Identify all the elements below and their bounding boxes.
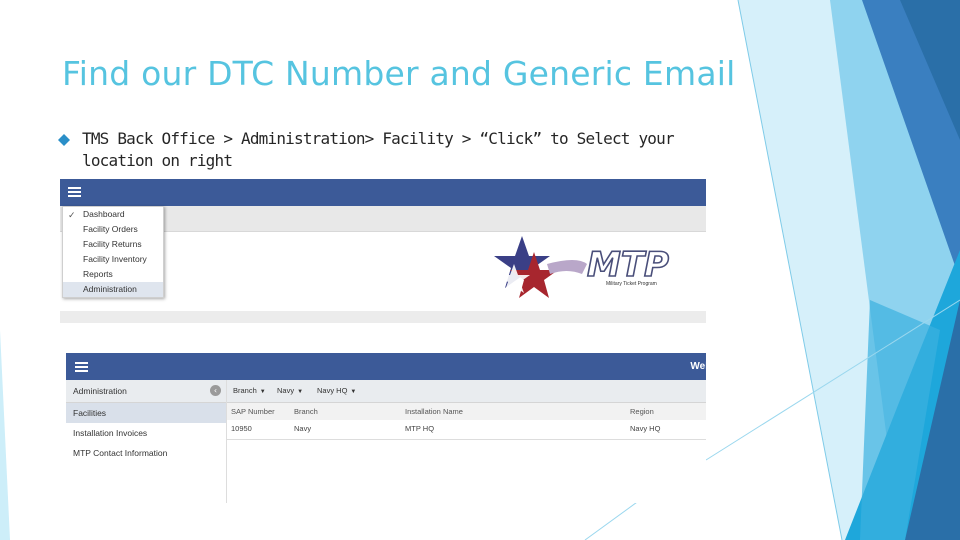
menu-item-label: Administration bbox=[83, 284, 137, 294]
checkmark-icon: ✓ bbox=[68, 210, 76, 220]
svg-text:MTP: MTP bbox=[587, 245, 669, 285]
table-cell: Navy HQ bbox=[630, 424, 661, 433]
sidebar-header: Administration ‹ bbox=[66, 380, 226, 403]
slide-title: Find our DTC Number and Generic Email bbox=[62, 54, 736, 93]
column-header[interactable]: Region bbox=[630, 407, 654, 416]
branch-filter[interactable]: Branch ▼ bbox=[233, 386, 266, 395]
top-navbar: Wel bbox=[66, 353, 706, 380]
sidebar-item-facilities[interactable]: Facilities bbox=[66, 403, 226, 423]
navy-filter[interactable]: Navy ▼ bbox=[277, 386, 303, 395]
menu-item-reports[interactable]: Reports bbox=[63, 267, 163, 282]
sidebar-item-mtp-contact[interactable]: MTP Contact Information bbox=[66, 443, 226, 463]
menu-item-label: Reports bbox=[83, 269, 113, 279]
navy-hq-filter[interactable]: Navy HQ ▼ bbox=[317, 386, 356, 395]
mtp-logo: MTP Military Ticket Program bbox=[494, 236, 670, 298]
admin-sidebar: Administration ‹ Facilities Installation… bbox=[66, 380, 227, 503]
table-header: SAP Number Branch Installation Name Regi… bbox=[227, 403, 706, 421]
hamburger-menu-icon[interactable] bbox=[68, 187, 81, 197]
table-cell: Navy bbox=[294, 424, 312, 433]
table-cell: 10950 bbox=[231, 424, 252, 433]
dropdown-menu: ✓ Dashboard Facility Orders Facility Ret… bbox=[62, 206, 164, 298]
menu-item-dashboard[interactable]: ✓ Dashboard bbox=[63, 207, 163, 222]
hamburger-menu-icon[interactable] bbox=[75, 362, 88, 372]
caret-down-icon: ▼ bbox=[297, 389, 304, 395]
table-cell: MTP HQ bbox=[405, 424, 435, 433]
menu-item-facility-inventory[interactable]: Facility Inventory bbox=[63, 252, 163, 267]
menu-item-label: Dashboard bbox=[83, 209, 125, 219]
menu-item-label: Facility Returns bbox=[83, 239, 142, 249]
caret-down-icon: ▼ bbox=[259, 389, 266, 395]
welcome-text: Wel bbox=[690, 361, 706, 372]
footer-strip bbox=[60, 311, 706, 323]
menu-item-label: Facility Inventory bbox=[83, 254, 147, 264]
column-header[interactable]: Installation Name bbox=[405, 407, 463, 416]
diamond-bullet-icon bbox=[58, 134, 70, 146]
tms-menu-screenshot: ✓ Dashboard Facility Orders Facility Ret… bbox=[60, 179, 706, 323]
menu-item-administration[interactable]: Administration bbox=[63, 282, 163, 297]
bullet-text: TMS Back Office > Administration> Facili… bbox=[82, 129, 675, 170]
table-row[interactable]: 10950 Navy MTP HQ Navy HQ bbox=[227, 420, 706, 440]
menu-item-facility-orders[interactable]: Facility Orders bbox=[63, 222, 163, 237]
column-header[interactable]: Branch bbox=[294, 407, 318, 416]
caret-down-icon: ▼ bbox=[350, 389, 357, 395]
menu-item-label: Facility Orders bbox=[83, 224, 138, 234]
top-navbar bbox=[60, 179, 706, 206]
menu-item-facility-returns[interactable]: Facility Returns bbox=[63, 237, 163, 252]
sidebar-header-label: Administration bbox=[73, 386, 127, 396]
sidebar-item-installation-invoices[interactable]: Installation Invoices bbox=[66, 423, 226, 443]
svg-text:Military Ticket Program: Military Ticket Program bbox=[606, 281, 657, 287]
filter-bar: Branch ▼ Navy ▼ Navy HQ ▼ bbox=[227, 380, 706, 403]
column-header[interactable]: SAP Number bbox=[231, 407, 275, 416]
administration-screenshot: Wel Administration ‹ Facilities Installa… bbox=[66, 353, 706, 503]
collapse-icon[interactable]: ‹ bbox=[210, 385, 221, 396]
